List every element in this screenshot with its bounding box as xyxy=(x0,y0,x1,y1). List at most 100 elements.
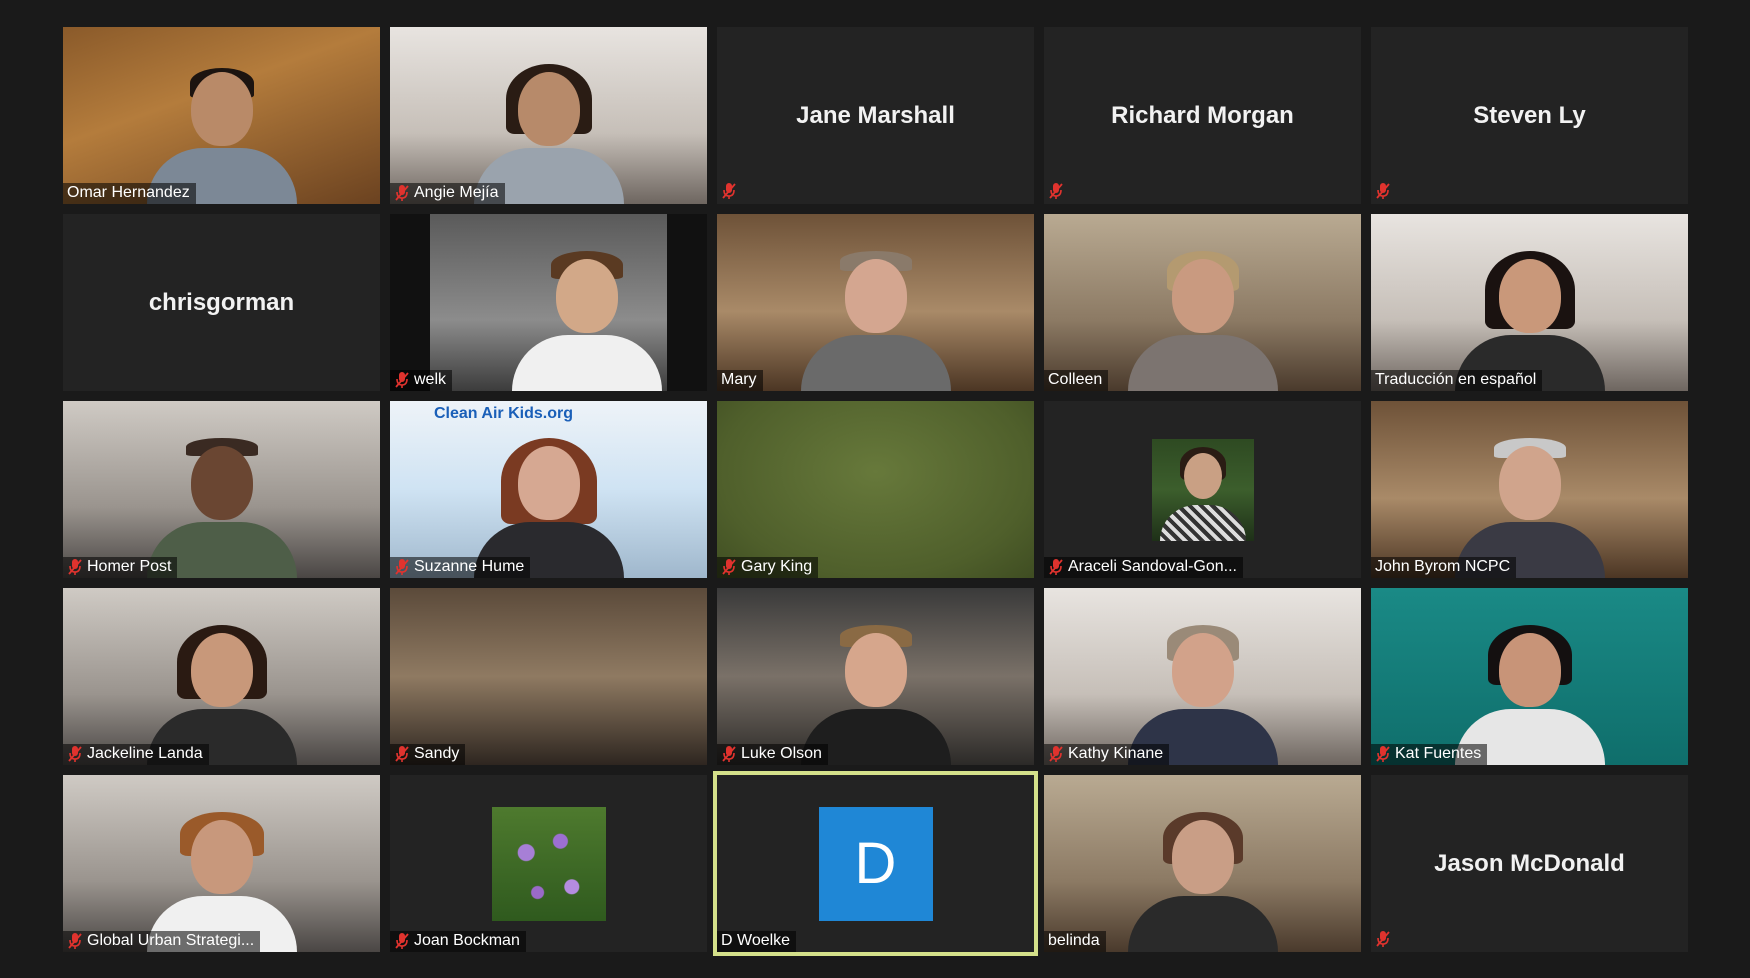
participant-tile-belinda[interactable]: belinda xyxy=(1044,775,1361,952)
participant-name-label: Global Urban Strategi... xyxy=(63,931,261,952)
video-feed xyxy=(390,214,707,391)
participant-display-name: Jane Marshall xyxy=(796,101,955,129)
participant-tile-steven-ly[interactable]: Steven Ly xyxy=(1371,27,1688,204)
mic-muted-icon xyxy=(395,559,409,575)
participant-tile-john-byrom[interactable]: John Byrom NCPC xyxy=(1371,401,1688,578)
mic-muted-icon xyxy=(68,933,82,949)
participant-name-label: Jackeline Landa xyxy=(63,744,209,765)
participant-video xyxy=(1127,241,1278,391)
participant-name-label: Colleen xyxy=(1044,370,1109,391)
participant-name-label: belinda xyxy=(1044,931,1106,952)
participant-tile-joan-bockman[interactable]: Joan Bockman xyxy=(390,775,707,952)
video-feed xyxy=(717,214,1034,391)
video-feed xyxy=(1371,588,1688,765)
video-feed xyxy=(1371,401,1688,578)
participant-tile-mary[interactable]: Mary xyxy=(717,214,1034,391)
mic-muted-icon xyxy=(395,372,409,388)
mic-muted-icon xyxy=(722,183,736,199)
participant-video xyxy=(800,615,951,765)
video-feed xyxy=(717,401,1034,578)
mic-muted-icon xyxy=(1049,183,1063,199)
participant-tile-d-woelke[interactable]: D D Woelke xyxy=(713,771,1038,956)
participant-video xyxy=(800,241,951,391)
mic-muted-icon xyxy=(1376,183,1390,199)
video-feed xyxy=(390,27,707,204)
mic-muted-icon xyxy=(1376,746,1390,762)
participant-name-label: Mary xyxy=(717,370,763,391)
participant-display-name: Jason McDonald xyxy=(1434,849,1625,877)
participant-video xyxy=(146,428,297,578)
video-feed: Clean Air Kids.org xyxy=(390,401,707,578)
video-feed xyxy=(63,588,380,765)
participant-name-label: Angie Mejía xyxy=(390,183,505,204)
participant-display-name: Steven Ly xyxy=(1473,101,1586,129)
meeting-gallery-view: Omar Hernandez Angie Mejía Jane Marshall… xyxy=(0,0,1750,978)
mic-muted-icon xyxy=(395,746,409,762)
participant-name-label: Gary King xyxy=(717,557,819,578)
participant-tile-welk[interactable]: welk xyxy=(390,214,707,391)
participant-video xyxy=(146,54,297,204)
participant-video xyxy=(473,54,624,204)
participant-tile-jason-mcdonald[interactable]: Jason McDonald xyxy=(1371,775,1688,952)
participant-video xyxy=(1454,428,1605,578)
participant-name-label: John Byrom NCPC xyxy=(1371,557,1517,578)
participant-name-label: welk xyxy=(390,370,453,391)
participant-tile-omar-hernandez[interactable]: Omar Hernandez xyxy=(63,27,380,204)
mic-muted-icon xyxy=(722,559,736,575)
profile-picture xyxy=(1151,438,1254,541)
mic-muted-icon xyxy=(68,746,82,762)
participant-name-label: Araceli Sandoval-Gon... xyxy=(1044,557,1243,578)
participant-name-label: D Woelke xyxy=(717,931,797,952)
participant-tile-kathy-kinane[interactable]: Kathy Kinane xyxy=(1044,588,1361,765)
participant-tile-araceli-sandoval[interactable]: Araceli Sandoval-Gon... xyxy=(1044,401,1361,578)
participant-name-label: Suzanne Hume xyxy=(390,557,531,578)
participant-tile-richard-morgan[interactable]: Richard Morgan xyxy=(1044,27,1361,204)
participant-name-label: Homer Post xyxy=(63,557,178,578)
participant-name-label: Kathy Kinane xyxy=(1044,744,1170,765)
initial-avatar: D xyxy=(818,806,933,921)
participant-video xyxy=(146,802,297,952)
participant-tile-traduccion-en-espanol[interactable]: Traducción en español xyxy=(1371,214,1688,391)
video-feed xyxy=(1044,588,1361,765)
participant-tile-angie-mejia[interactable]: Angie Mejía xyxy=(390,27,707,204)
participant-tile-suzanne-hume[interactable]: Clean Air Kids.org Suzanne Hume xyxy=(390,401,707,578)
mic-muted-icon xyxy=(395,185,409,201)
participant-video xyxy=(1127,615,1278,765)
participant-tile-chrisgorman[interactable]: chrisgorman xyxy=(63,214,380,391)
participant-tile-jane-marshall[interactable]: Jane Marshall xyxy=(717,27,1034,204)
participant-video xyxy=(473,428,624,578)
participant-video xyxy=(1454,241,1605,391)
video-feed xyxy=(1044,214,1361,391)
video-feed xyxy=(1371,214,1688,391)
poster-text: Clean Air Kids.org xyxy=(434,405,573,422)
video-feed xyxy=(390,588,707,765)
mic-muted-icon xyxy=(395,933,409,949)
participant-name-label: Joan Bockman xyxy=(390,931,526,952)
participant-tile-colleen[interactable]: Colleen xyxy=(1044,214,1361,391)
participant-tile-gary-king[interactable]: Gary King xyxy=(717,401,1034,578)
participant-tile-global-urban-strategies[interactable]: Global Urban Strategi... xyxy=(63,775,380,952)
participant-name-label: Kat Fuentes xyxy=(1371,744,1488,765)
participant-tile-luke-olson[interactable]: Luke Olson xyxy=(717,588,1034,765)
video-feed xyxy=(63,775,380,952)
participant-name-label: Traducción en español xyxy=(1371,370,1543,391)
video-feed xyxy=(63,401,380,578)
participant-name-label: Sandy xyxy=(390,744,466,765)
participant-tile-homer-post[interactable]: Homer Post xyxy=(63,401,380,578)
participant-tile-jackeline-landa[interactable]: Jackeline Landa xyxy=(63,588,380,765)
video-feed xyxy=(63,27,380,204)
participant-name-label: Luke Olson xyxy=(717,744,828,765)
mic-muted-icon xyxy=(68,559,82,575)
profile-picture xyxy=(491,806,606,921)
participant-tile-sandy[interactable]: Sandy xyxy=(390,588,707,765)
participant-tile-kat-fuentes[interactable]: Kat Fuentes xyxy=(1371,588,1688,765)
mic-muted-icon xyxy=(722,746,736,762)
mic-muted-icon xyxy=(1049,746,1063,762)
participant-video xyxy=(146,615,297,765)
participant-name-label: Omar Hernandez xyxy=(63,183,196,204)
participant-display-name: Richard Morgan xyxy=(1111,101,1294,129)
participant-display-name: chrisgorman xyxy=(148,288,295,316)
participant-video xyxy=(511,241,662,391)
participant-video xyxy=(1127,802,1278,952)
mic-muted-icon xyxy=(1049,559,1063,575)
